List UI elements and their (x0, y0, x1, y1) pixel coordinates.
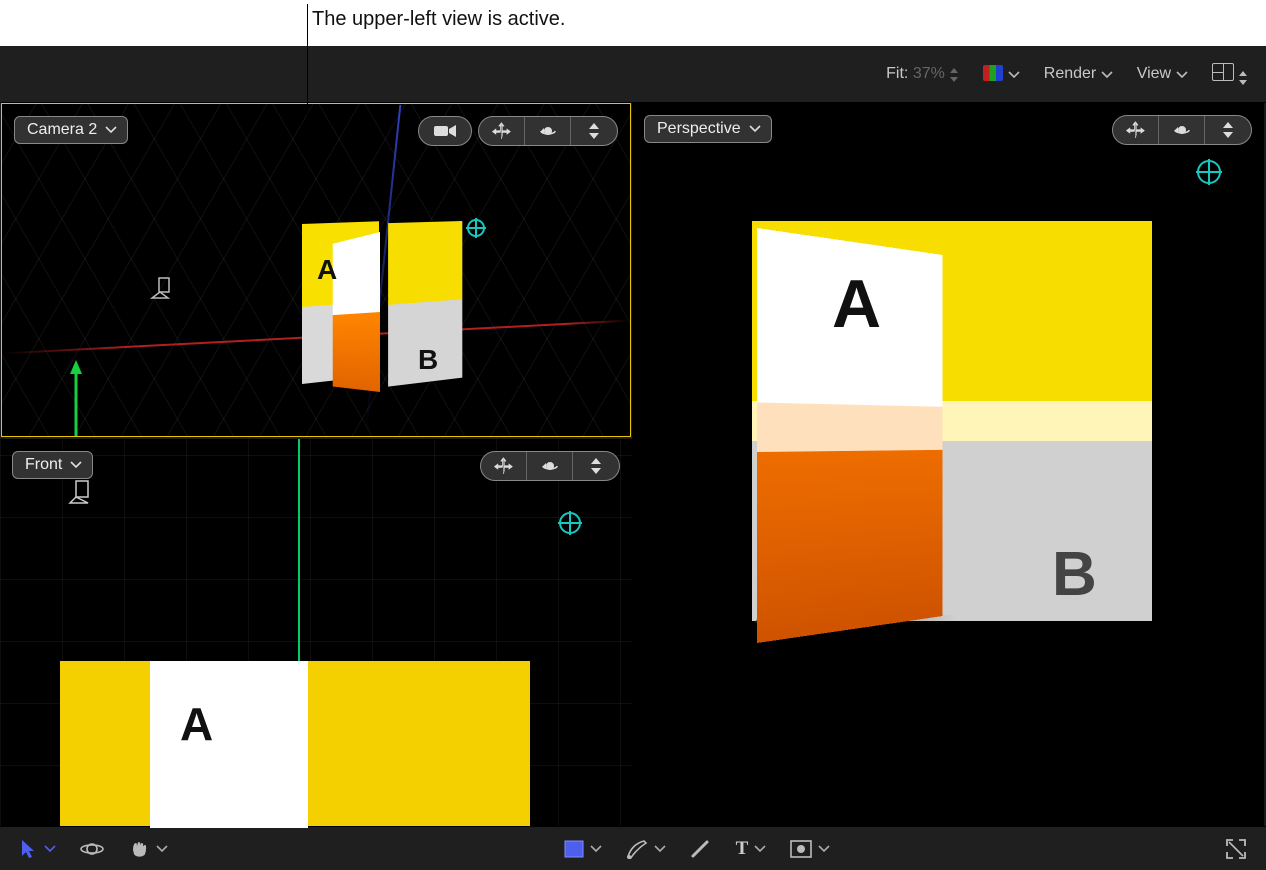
rectangle-icon (564, 840, 584, 858)
pan-icon (493, 457, 515, 475)
fit-label: Fit: (886, 65, 908, 82)
fit-zoom-control[interactable]: Fit: 37% (886, 65, 959, 83)
hand-tool-button[interactable] (128, 838, 168, 860)
figure-caption: The upper-left view is active. (312, 8, 565, 31)
dolly-button[interactable] (571, 117, 617, 145)
chevron-down-icon (1008, 71, 1020, 79)
scene-panel-foreground (150, 661, 308, 828)
look-through-camera-button[interactable] (419, 117, 471, 145)
color-channels-icon (983, 65, 1003, 81)
compass-marker-icon[interactable] (466, 218, 486, 238)
camera-selector-label: Perspective (657, 120, 741, 138)
scene-panel-foreground (333, 232, 380, 392)
dolly-button[interactable] (573, 452, 619, 480)
brush-tool-button[interactable] (690, 839, 712, 859)
chevron-down-icon (70, 461, 82, 469)
dolly-button[interactable] (1205, 116, 1251, 144)
canvas-toolbar: T (0, 826, 1266, 870)
scene-letter-b: B (418, 344, 438, 376)
text-tool-button[interactable]: T (736, 838, 767, 860)
compass-marker-icon[interactable] (1196, 159, 1222, 185)
camera-selector[interactable]: Front (12, 451, 93, 479)
viewport-layout-button[interactable] (1212, 63, 1248, 86)
pen-icon (626, 839, 648, 859)
scene-letter-b: B (1052, 539, 1097, 610)
select-tool-button[interactable] (20, 839, 56, 859)
scene-letter-a: A (317, 254, 337, 286)
mask-icon (790, 840, 812, 858)
pan-icon (491, 122, 513, 140)
viewports-area: A B Camera 2 (0, 103, 1266, 828)
pan-button[interactable] (1113, 116, 1159, 144)
chevron-down-icon (818, 845, 830, 853)
chevron-down-icon (654, 845, 666, 853)
dolly-icon (1220, 121, 1236, 139)
stepper-icon (1238, 71, 1248, 85)
orbit-icon (538, 122, 558, 140)
orbit-button[interactable] (1159, 116, 1205, 144)
viewport-top-left[interactable]: A B Camera 2 (1, 103, 631, 437)
view-nav-controls (1112, 115, 1252, 145)
text-icon: T (736, 838, 749, 860)
camera-selector-label: Front (25, 456, 62, 474)
shape-tool-button[interactable] (564, 840, 602, 858)
chevron-down-icon (1101, 71, 1113, 79)
orbit-tool-button[interactable] (80, 838, 104, 860)
orbit-icon (540, 457, 560, 475)
pan-icon (1125, 121, 1147, 139)
camera-selector-label: Camera 2 (27, 121, 97, 139)
dolly-icon (586, 122, 602, 140)
hand-icon (128, 838, 150, 860)
axis-gizmo-icon[interactable] (62, 352, 162, 437)
scene-letter-a: A (832, 265, 881, 343)
callout-line (307, 4, 308, 131)
view-nav-controls (480, 451, 620, 481)
stepper-icon (949, 68, 959, 82)
expand-icon (1226, 839, 1246, 859)
compass-marker-icon[interactable] (558, 511, 582, 535)
viewport-bottom-left[interactable]: A Front (0, 439, 632, 828)
chevron-down-icon (749, 125, 761, 133)
orbit-icon (1172, 121, 1192, 139)
camera-object-icon[interactable] (150, 272, 178, 300)
dolly-icon (588, 457, 604, 475)
chevron-down-icon (44, 845, 56, 853)
view-menu-button[interactable]: View (1137, 65, 1188, 83)
camera-selector[interactable]: Perspective (644, 115, 772, 143)
chevron-down-icon (156, 845, 168, 853)
chevron-down-icon (105, 126, 117, 134)
chevron-down-icon (754, 845, 766, 853)
viewport-layout-icon (1212, 63, 1234, 81)
color-channels-button[interactable] (983, 65, 1019, 83)
brush-icon (690, 839, 712, 859)
scene-letter-a: A (180, 697, 213, 751)
render-label: Render (1044, 65, 1096, 82)
orbit-button[interactable] (525, 117, 571, 145)
viewer-top-menubar: Fit: 37% Render View (0, 46, 1266, 103)
render-menu-button[interactable]: Render (1044, 65, 1113, 83)
camera-object-icon[interactable] (68, 477, 96, 505)
pen-tool-button[interactable] (626, 839, 666, 859)
chevron-down-icon (1176, 71, 1188, 79)
orbit-button[interactable] (527, 452, 573, 480)
view-nav-controls (418, 116, 618, 146)
camera-selector[interactable]: Camera 2 (14, 116, 128, 144)
view-label: View (1137, 65, 1171, 82)
camera-icon (433, 123, 457, 139)
fullscreen-button[interactable] (1226, 839, 1246, 859)
select-arrow-icon (20, 839, 38, 859)
chevron-down-icon (590, 845, 602, 853)
fit-value: 37% (913, 65, 945, 82)
pan-button[interactable] (479, 117, 525, 145)
pan-button[interactable] (481, 452, 527, 480)
mask-tool-button[interactable] (790, 840, 830, 858)
viewport-right[interactable]: A B Perspective (632, 103, 1264, 828)
orbit-icon (80, 838, 104, 860)
